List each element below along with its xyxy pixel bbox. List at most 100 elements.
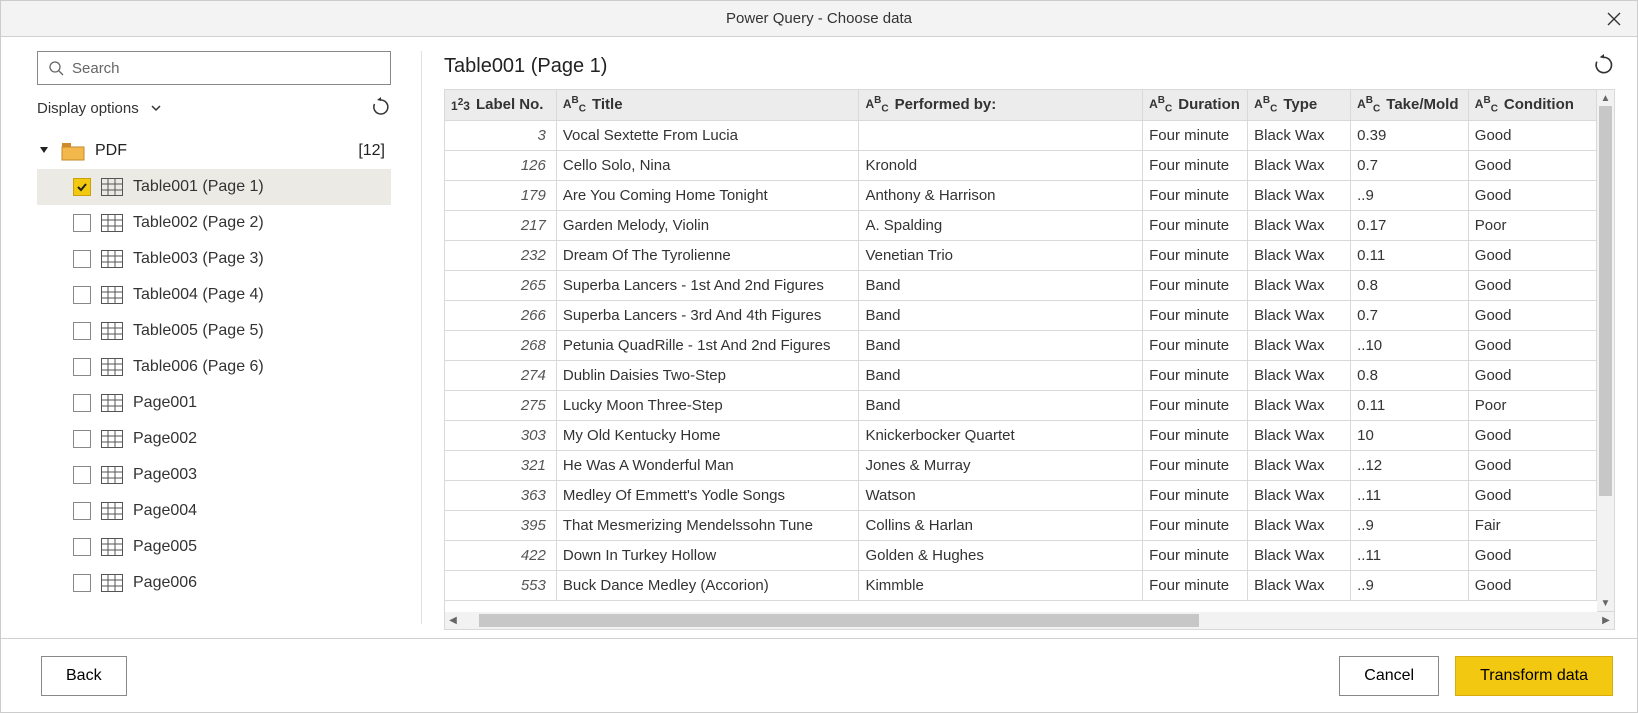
table-row[interactable]: 268Petunia QuadRille - 1st And 2nd Figur…: [445, 330, 1597, 360]
table-row[interactable]: 303My Old Kentucky HomeKnickerbocker Qua…: [445, 420, 1597, 450]
table-row[interactable]: 265Superba Lancers - 1st And 2nd Figures…: [445, 270, 1597, 300]
cell: Black Wax: [1248, 120, 1351, 150]
table-row[interactable]: 553Buck Dance Medley (Accorion)KimmbleFo…: [445, 570, 1597, 600]
table-row[interactable]: 3Vocal Sextette From LuciaFour minuteBla…: [445, 120, 1597, 150]
dialog-footer: Back Cancel Transform data: [1, 638, 1637, 712]
cell: 265: [445, 270, 556, 300]
back-button[interactable]: Back: [41, 656, 127, 696]
table-icon: [101, 358, 123, 376]
cell: Jones & Murray: [859, 450, 1143, 480]
column-header[interactable]: ABC Type: [1248, 90, 1351, 120]
cell: ..9: [1351, 570, 1469, 600]
refresh-navigator-button[interactable]: [371, 97, 391, 120]
tree-item[interactable]: Page004: [37, 493, 391, 529]
cell: Four minute: [1143, 240, 1248, 270]
checkbox[interactable]: [73, 394, 91, 412]
table-row[interactable]: 179Are You Coming Home TonightAnthony & …: [445, 180, 1597, 210]
cell: Good: [1468, 120, 1596, 150]
tree-item[interactable]: Table003 (Page 3): [37, 241, 391, 277]
tree-item[interactable]: Page001: [37, 385, 391, 421]
cell: Good: [1468, 360, 1596, 390]
cell: Black Wax: [1248, 180, 1351, 210]
tree-item-label: Table006 (Page 6): [133, 358, 264, 376]
column-header[interactable]: ABC Take/Mold: [1351, 90, 1469, 120]
tree-item-label: Page006: [133, 574, 197, 592]
column-header[interactable]: 123 Label No.: [445, 90, 556, 120]
cell: ..9: [1351, 510, 1469, 540]
tree-item[interactable]: Page003: [37, 457, 391, 493]
table-row[interactable]: 232Dream Of The TyrolienneVenetian TrioF…: [445, 240, 1597, 270]
search-input[interactable]: Search: [37, 51, 391, 85]
table-row[interactable]: 422Down In Turkey HollowGolden & HughesF…: [445, 540, 1597, 570]
tree-item[interactable]: Page005: [37, 529, 391, 565]
checkbox[interactable]: [73, 502, 91, 520]
tree-item[interactable]: Table002 (Page 2): [37, 205, 391, 241]
tree-item[interactable]: Table006 (Page 6): [37, 349, 391, 385]
checkbox[interactable]: [73, 574, 91, 592]
column-label: Title: [592, 96, 623, 113]
table-row[interactable]: 217Garden Melody, ViolinA. SpaldingFour …: [445, 210, 1597, 240]
refresh-preview-button[interactable]: [1593, 54, 1615, 79]
checkbox[interactable]: [73, 466, 91, 484]
checkbox[interactable]: [73, 430, 91, 448]
scroll-thumb[interactable]: [479, 614, 1199, 627]
cell: Anthony & Harrison: [859, 180, 1143, 210]
cell: Garden Melody, Violin: [556, 210, 859, 240]
cell: Cello Solo, Nina: [556, 150, 859, 180]
checkbox[interactable]: [73, 322, 91, 340]
tree-item[interactable]: Page002: [37, 421, 391, 457]
column-header[interactable]: ABC Condition: [1468, 90, 1596, 120]
table-row[interactable]: 395That Mesmerizing Mendelssohn TuneColl…: [445, 510, 1597, 540]
table-row[interactable]: 363Medley Of Emmett's Yodle SongsWatsonF…: [445, 480, 1597, 510]
cell: Poor: [1468, 390, 1596, 420]
checkbox[interactable]: [73, 538, 91, 556]
cell: Black Wax: [1248, 240, 1351, 270]
table-row[interactable]: 321He Was A Wonderful ManJones & MurrayF…: [445, 450, 1597, 480]
tree-item[interactable]: Table004 (Page 4): [37, 277, 391, 313]
horizontal-scrollbar[interactable]: ◀ ▶: [444, 612, 1615, 630]
tree-item-label: Page004: [133, 502, 197, 520]
checkbox[interactable]: [73, 358, 91, 376]
cell: That Mesmerizing Mendelssohn Tune: [556, 510, 859, 540]
cell: Black Wax: [1248, 270, 1351, 300]
column-header[interactable]: ABC Duration: [1143, 90, 1248, 120]
tree-item-label: Table005 (Page 5): [133, 322, 264, 340]
checkbox[interactable]: [73, 286, 91, 304]
tree-root-pdf[interactable]: PDF [12]: [37, 133, 391, 169]
cell: He Was A Wonderful Man: [556, 450, 859, 480]
cell: Band: [859, 270, 1143, 300]
table-row[interactable]: 275Lucky Moon Three-StepBandFour minuteB…: [445, 390, 1597, 420]
cell: 395: [445, 510, 556, 540]
scroll-thumb[interactable]: [1599, 106, 1612, 496]
cell: Band: [859, 300, 1143, 330]
cell: Band: [859, 360, 1143, 390]
display-options-dropdown[interactable]: Display options: [37, 100, 163, 117]
tree-item[interactable]: Table001 (Page 1): [37, 169, 391, 205]
checkbox[interactable]: [73, 250, 91, 268]
tree-item[interactable]: Table005 (Page 5): [37, 313, 391, 349]
table-row[interactable]: 126Cello Solo, NinaKronoldFour minuteBla…: [445, 150, 1597, 180]
chevron-down-icon: [149, 101, 163, 115]
close-button[interactable]: [1591, 1, 1637, 37]
data-grid[interactable]: 123 Label No.ABC TitleABC Performed by:A…: [445, 90, 1597, 612]
transform-data-button[interactable]: Transform data: [1455, 656, 1613, 696]
column-header[interactable]: ABC Title: [556, 90, 859, 120]
cancel-button[interactable]: Cancel: [1339, 656, 1439, 696]
cell: Good: [1468, 300, 1596, 330]
table-row[interactable]: 266Superba Lancers - 3rd And 4th Figures…: [445, 300, 1597, 330]
cell: Dream Of The Tyrolienne: [556, 240, 859, 270]
checkbox[interactable]: [73, 214, 91, 232]
table-icon: [101, 250, 123, 268]
table-row[interactable]: 274Dublin Daisies Two-StepBandFour minut…: [445, 360, 1597, 390]
column-header[interactable]: ABC Performed by:: [859, 90, 1143, 120]
vertical-scrollbar[interactable]: ▲ ▼: [1597, 90, 1615, 612]
titlebar: Power Query - Choose data: [1, 1, 1637, 37]
cell: Black Wax: [1248, 360, 1351, 390]
cell: Golden & Hughes: [859, 540, 1143, 570]
cell: 0.8: [1351, 270, 1469, 300]
cell: 0.7: [1351, 300, 1469, 330]
checkbox[interactable]: [73, 178, 91, 196]
cell: Superba Lancers - 1st And 2nd Figures: [556, 270, 859, 300]
cell: Black Wax: [1248, 390, 1351, 420]
tree-item[interactable]: Page006: [37, 565, 391, 601]
